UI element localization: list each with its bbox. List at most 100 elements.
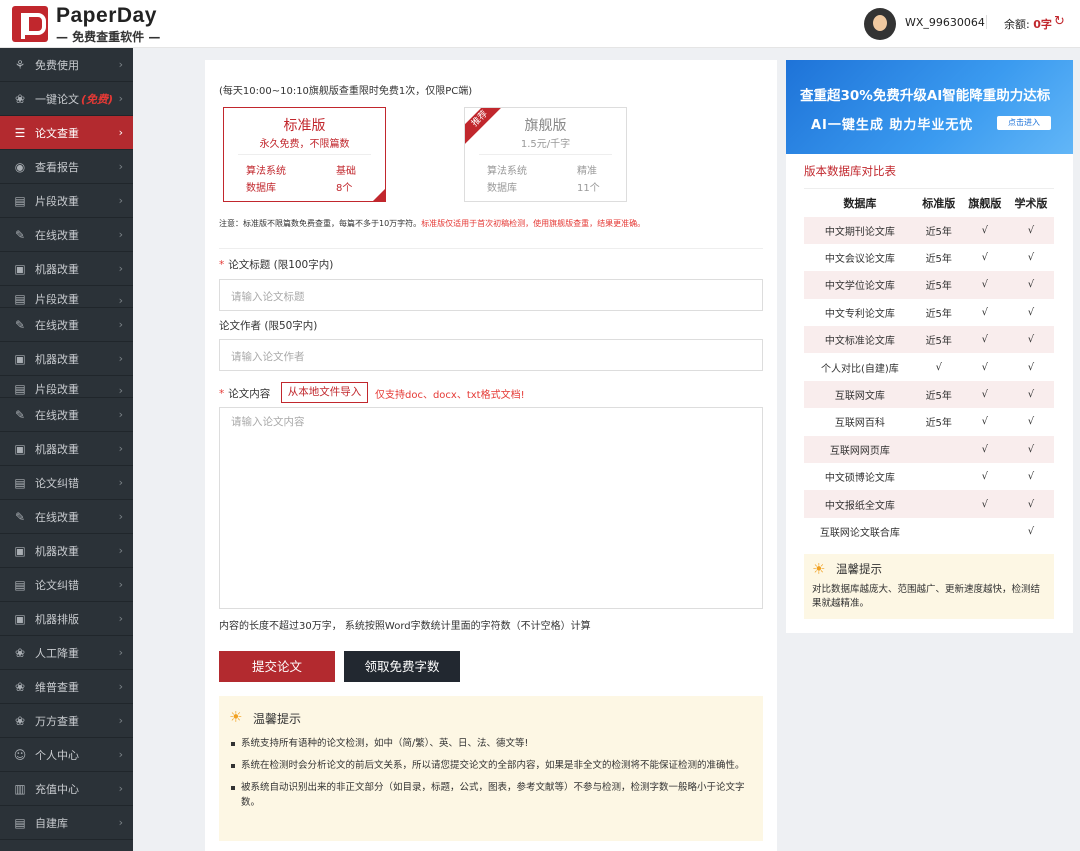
sidebar-item[interactable]: ▤ 论文纠错 › bbox=[0, 568, 133, 602]
chevron-right-icon: › bbox=[118, 318, 123, 331]
sidebar-item[interactable]: ❀ 一键论文 (免费) › bbox=[0, 82, 133, 116]
sidebar-item[interactable]: ✎ 在线改重 › bbox=[0, 398, 133, 432]
main-panel: (每天10:00~10:10旗舰版查重限时免费1次，仅限PC端) 标准版 永久免… bbox=[205, 60, 777, 851]
tips-list: 系统支持所有语种的论文检测，如中（简/繁）、英、日、法、德文等! 系统在检测时会… bbox=[229, 736, 754, 817]
sidebar-item[interactable]: ▣ 机器改重 › bbox=[0, 432, 133, 466]
table-cell: 互联网文库 bbox=[804, 380, 916, 409]
puzzle-icon: ▤ bbox=[14, 292, 26, 306]
refresh-icon[interactable]: ↻ bbox=[1054, 14, 1065, 29]
chevron-right-icon: › bbox=[118, 782, 123, 795]
bulb-icon: ❀ bbox=[14, 645, 26, 660]
user-icon: ☺ bbox=[13, 747, 27, 762]
avatar[interactable] bbox=[864, 8, 896, 40]
chevron-right-icon: › bbox=[118, 578, 123, 591]
import-file-button[interactable]: 从本地文件导入 bbox=[281, 382, 368, 403]
chevron-right-icon: › bbox=[118, 294, 123, 307]
puzzle-icon: ▤ bbox=[14, 815, 26, 830]
table-cell: √ bbox=[961, 216, 1008, 244]
table-cell: 近5年 bbox=[925, 254, 952, 266]
table-header: 旗舰版 bbox=[961, 188, 1008, 217]
sidebar-item[interactable]: ▤ 自建库 › bbox=[0, 806, 133, 840]
table-header: 数据库 bbox=[804, 188, 916, 217]
sidebar-item-label: 片段改重 bbox=[35, 194, 79, 208]
sidebar-item[interactable]: ❀ 万方查重 › bbox=[0, 704, 133, 738]
sidebar-item[interactable]: ❀ 维普查重 › bbox=[0, 670, 133, 704]
chevron-right-icon: › bbox=[118, 612, 123, 625]
free-tag: (免费) bbox=[81, 92, 114, 106]
sidebar-item[interactable]: ▤ 片段改重 › bbox=[0, 376, 133, 398]
promo-banner[interactable]: 查重超30%免费升级AI智能降重助力达标 AI一键生成 助力毕业无忧 点击进入 bbox=[786, 60, 1073, 154]
submit-paper-button[interactable]: 提交论文 bbox=[219, 651, 335, 682]
monitor-icon: ▣ bbox=[14, 351, 26, 366]
sidebar-item-label: 自建库 bbox=[35, 816, 68, 830]
table-cell: √ bbox=[961, 326, 1008, 354]
sidebar-item[interactable]: ▥ 充值中心 › bbox=[0, 772, 133, 806]
sidebar-item[interactable]: ▣ 机器排版 › bbox=[0, 602, 133, 636]
flagship-db-label: 数据库 bbox=[487, 183, 517, 194]
table-cell: 近5年 bbox=[915, 380, 962, 409]
chevron-right-icon: › bbox=[118, 58, 123, 71]
table-cell: 近5年 bbox=[925, 308, 952, 320]
sidebar-item[interactable]: ✎ 在线改重 › bbox=[0, 218, 133, 252]
sidebar-item[interactable]: ▣ 机器改重 › bbox=[0, 534, 133, 568]
table-cell: 互联网网页库 bbox=[804, 435, 916, 464]
tips-box: ☀ 温馨提示 系统支持所有语种的论文检测，如中（简/繁）、英、日、法、德文等! … bbox=[219, 696, 763, 841]
table-cell: √ bbox=[961, 380, 1008, 409]
table-cell: √ bbox=[981, 252, 989, 264]
flagship-title: 旗舰版 bbox=[524, 118, 567, 134]
flagship-edition-card[interactable]: 推荐 旗舰版 1.5元/千字 算法系统 精准 数据库 11个 bbox=[464, 107, 627, 202]
username[interactable]: WX_99630064 bbox=[905, 16, 985, 29]
author-input[interactable]: 请输入论文作者 bbox=[219, 339, 763, 371]
table-cell: 中文会议论文库 bbox=[824, 254, 895, 266]
sidebar-item[interactable]: ✎ 在线改重 › bbox=[0, 308, 133, 342]
content-textarea[interactable]: 请输入论文内容 bbox=[219, 407, 763, 609]
table-cell: √ bbox=[1027, 525, 1035, 537]
paperday-logo-icon[interactable] bbox=[12, 6, 48, 42]
tips-title: 温馨提示 bbox=[253, 712, 302, 726]
table-cell: 中文专利论文库 bbox=[824, 308, 895, 320]
sidebar-item[interactable]: ❀ 人工降重 › bbox=[0, 636, 133, 670]
sidebar-item[interactable]: ▣ 机器改重 › bbox=[0, 342, 133, 376]
chevron-right-icon: › bbox=[118, 126, 123, 139]
chevron-right-icon: › bbox=[118, 816, 123, 829]
table-cell: √ bbox=[1007, 326, 1054, 354]
table-cell: √ bbox=[1027, 471, 1035, 483]
table-header: 标准版 bbox=[915, 188, 962, 217]
sidebar-item[interactable]: ▤ 片段改重 › bbox=[0, 286, 133, 308]
selected-check-icon bbox=[373, 189, 385, 201]
table-cell: 近5年 bbox=[915, 326, 962, 354]
monitor-icon: ▣ bbox=[14, 261, 26, 276]
table-cell: 个人对比(自建)库 bbox=[820, 363, 899, 375]
sidebar-item[interactable]: ✎ 在线改重 › bbox=[0, 500, 133, 534]
sidebar-item[interactable]: ◉ 查看报告 › bbox=[0, 150, 133, 184]
get-free-words-button[interactable]: 领取免费字数 bbox=[344, 651, 460, 682]
standard-edition-card[interactable]: 标准版 永久免费，不限篇数 算法系统 基础 数据库 8个 bbox=[223, 107, 386, 202]
sidebar-item[interactable]: ⚘ 免费使用 › bbox=[0, 48, 133, 82]
banner-enter-button[interactable]: 点击进入 bbox=[997, 116, 1051, 130]
sidebar-item-label: 一键论文 bbox=[35, 92, 79, 106]
flagship-db-value: 11个 bbox=[577, 183, 600, 194]
sidebar-item[interactable]: ☰ 论文查重 › bbox=[0, 116, 133, 150]
length-hint: 内容的长度不超过30万字， 系统按照Word字数统计里面的字符数（不计空格）计算 bbox=[219, 621, 591, 632]
chevron-right-icon: › bbox=[118, 680, 123, 693]
standard-db-label: 数据库 bbox=[246, 183, 276, 194]
chevron-right-icon: › bbox=[118, 352, 123, 365]
sidebar-item[interactable]: ▣ 机器改重 › bbox=[0, 252, 133, 286]
standard-algo-label: 算法系统 bbox=[246, 166, 286, 177]
sidebar-item[interactable]: ☺ 个人中心 › bbox=[0, 738, 133, 772]
title-input[interactable]: 请输入论文标题 bbox=[219, 279, 763, 311]
sidebar-item[interactable]: ▤ 片段改重 › bbox=[0, 184, 133, 218]
table-cell: √ bbox=[1007, 435, 1054, 464]
sidebar-item[interactable]: ▤ 论文纠错 › bbox=[0, 466, 133, 500]
table-row: 互联网文库 近5年 √ √ bbox=[804, 380, 1054, 409]
chevron-right-icon: › bbox=[118, 194, 123, 207]
chevron-right-icon: › bbox=[118, 92, 123, 105]
brand-name[interactable]: PaperDay bbox=[56, 4, 157, 28]
tip-item: 被系统自动识别出来的非正文部分（如目录，标题，公式，图表，参考文献等）不参与检测… bbox=[229, 780, 754, 810]
edit-icon: ✎ bbox=[14, 227, 26, 242]
content-label: * 论文内容 bbox=[219, 388, 271, 400]
sun-icon: ☀ bbox=[229, 708, 243, 726]
table-cell: 互联网论文联合库 bbox=[819, 527, 900, 539]
sidebar-item-label: 机器排版 bbox=[35, 612, 79, 626]
table-header: 学术版 bbox=[1007, 188, 1054, 217]
